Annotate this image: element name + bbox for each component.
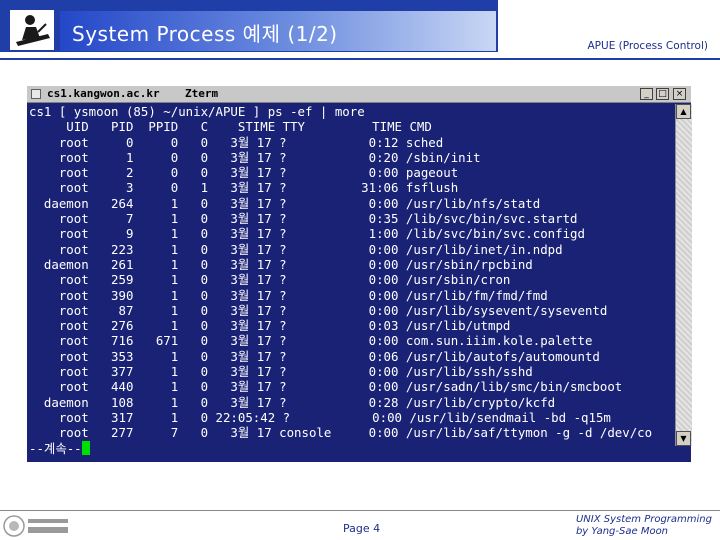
terminal-cursor xyxy=(81,440,90,455)
window-menu-icon[interactable] xyxy=(31,89,41,99)
credit-course: UNIX System Programming xyxy=(575,514,712,525)
slide-subtitle: APUE (Process Control) xyxy=(587,40,709,52)
terminal-scrollbar[interactable]: ▲ ▼ xyxy=(675,104,692,446)
window-app-label: Zterm xyxy=(185,87,219,100)
xterm-window: cs1.kangwon.ac.kr Zterm _ □ × cs1 [ ysmo… xyxy=(27,86,692,462)
footer-credit: UNIX System Programming by Yang-Sae Moon xyxy=(576,514,712,538)
scroll-up-arrow-icon[interactable]: ▲ xyxy=(676,104,691,119)
terminal-output[interactable]: cs1 [ ysmoon (85) ~/unix/APUE ] ps -ef |… xyxy=(29,104,673,462)
ps-output-text: cs1 [ ysmoon (85) ~/unix/APUE ] ps -ef |… xyxy=(29,104,653,441)
more-prompt: --계속-- xyxy=(29,440,82,456)
slide-title: System Process 예제 (1/2) xyxy=(72,22,338,46)
slide-header: System Process 예제 (1/2) APUE (Process Co… xyxy=(0,0,720,62)
minimize-button[interactable]: _ xyxy=(640,88,653,100)
university-seal-icon xyxy=(3,515,68,537)
window-titlebar[interactable]: cs1.kangwon.ac.kr Zterm _ □ × xyxy=(27,86,691,103)
page-number: Page 4 xyxy=(343,522,381,535)
maximize-button[interactable]: □ xyxy=(656,88,669,100)
scroll-down-arrow-icon[interactable]: ▼ xyxy=(676,431,691,446)
footer-rule xyxy=(0,510,720,511)
credit-author: by Yang-Sae Moon xyxy=(575,526,669,537)
more-prompt-line: --계속-- xyxy=(29,440,673,456)
header-rule xyxy=(0,58,720,60)
window-host-label: cs1.kangwon.ac.kr xyxy=(47,87,160,100)
person-at-desk-icon xyxy=(10,10,54,50)
close-button[interactable]: × xyxy=(673,88,686,100)
